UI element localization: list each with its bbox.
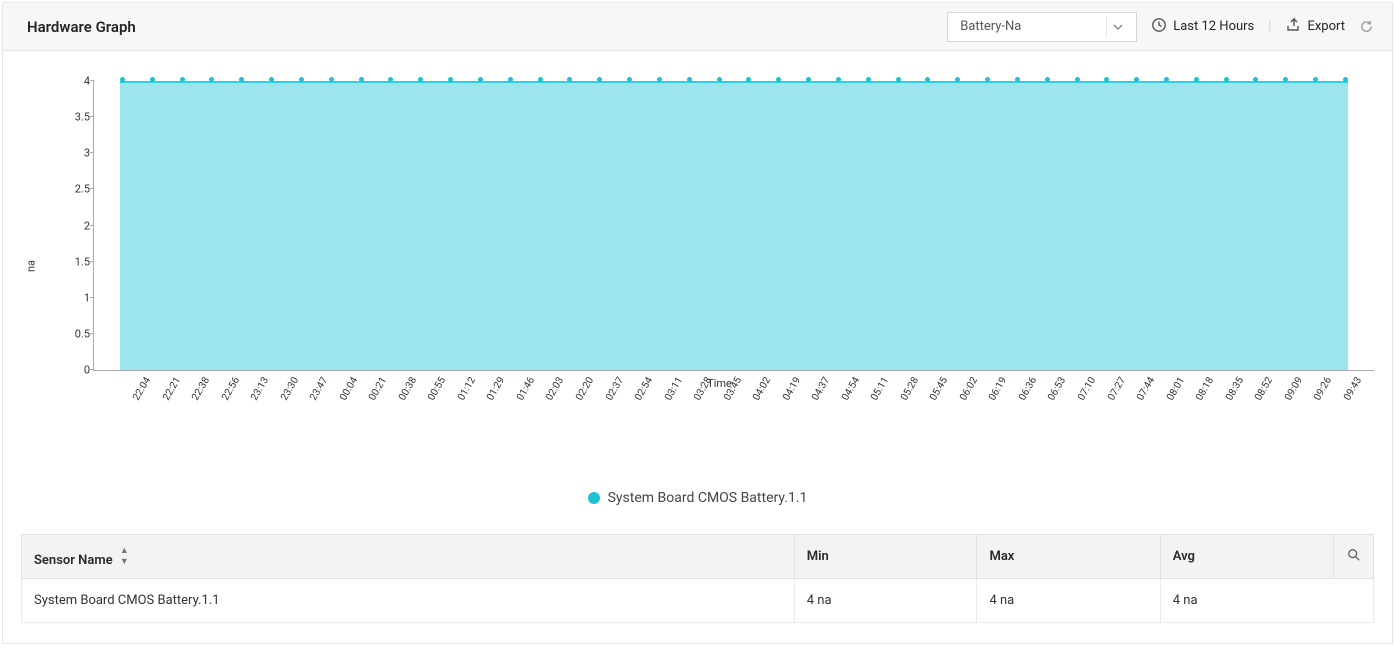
col-max[interactable]: Max bbox=[977, 535, 1160, 579]
x-tick-label: 22:21 bbox=[161, 397, 196, 417]
legend-label: System Board CMOS Battery.1.1 bbox=[608, 490, 808, 506]
y-tick-label: 2 bbox=[60, 219, 90, 232]
x-tick-label: 09:43 bbox=[1342, 397, 1377, 417]
x-tick-label: 02:03 bbox=[545, 397, 580, 417]
export-label: Export bbox=[1307, 19, 1345, 34]
y-tick-label: 4 bbox=[60, 75, 90, 88]
x-tick-label: 05:45 bbox=[928, 397, 963, 417]
separator: | bbox=[1268, 19, 1271, 34]
chevron-down-icon bbox=[1106, 16, 1128, 38]
x-tick-label: 22:38 bbox=[190, 397, 225, 417]
col-sensor-name[interactable]: Sensor Name ▲▼ bbox=[22, 535, 795, 579]
y-tick-label: 0 bbox=[60, 364, 90, 377]
x-tick-label: 04:19 bbox=[781, 397, 816, 417]
x-tick-label: 00:04 bbox=[338, 397, 373, 417]
dropdown-value: Battery-Na bbox=[960, 19, 1021, 34]
metric-dropdown[interactable]: Battery-Na bbox=[947, 12, 1137, 42]
y-tick-label: 0.5 bbox=[60, 327, 90, 340]
x-tick-label: 07:44 bbox=[1135, 397, 1170, 417]
x-tick-label: 02:54 bbox=[633, 397, 668, 417]
x-tick-label: 08:52 bbox=[1253, 397, 1288, 417]
x-tick-label: 09:09 bbox=[1283, 397, 1318, 417]
x-tick-label: 04:37 bbox=[810, 397, 845, 417]
cell-min: 4 na bbox=[794, 579, 977, 623]
x-tick-label: 06:53 bbox=[1047, 397, 1082, 417]
header-actions: Battery-Na Last 12 Hours | Export bbox=[947, 12, 1374, 42]
x-tick-label: 04:02 bbox=[751, 397, 786, 417]
search-icon bbox=[1347, 548, 1361, 562]
export-icon bbox=[1285, 17, 1301, 37]
panel-title: Hardware Graph bbox=[27, 18, 136, 36]
y-tick-label: 3.5 bbox=[60, 111, 90, 124]
plot-area[interactable]: 00.511.522.533.54 bbox=[93, 81, 1374, 371]
x-tick-label: 07:27 bbox=[1106, 397, 1141, 417]
x-tick-label: 04:54 bbox=[840, 397, 875, 417]
x-tick-label: 06:02 bbox=[958, 397, 993, 417]
x-tick-label: 05:28 bbox=[899, 397, 934, 417]
x-tick-label: 08:18 bbox=[1194, 397, 1229, 417]
x-tick-label: 00:21 bbox=[367, 397, 402, 417]
stats-table: Sensor Name ▲▼ Min Max Avg System Board … bbox=[21, 534, 1374, 623]
x-axis-ticks: 22:0422:2122:3822:5623:1323:3023:4700:04… bbox=[93, 390, 1356, 430]
x-tick-label: 05:11 bbox=[869, 397, 904, 417]
x-tick-label: 07:10 bbox=[1076, 397, 1111, 417]
x-tick-label: 08:35 bbox=[1224, 397, 1259, 417]
x-tick-label: 23:47 bbox=[308, 397, 343, 417]
x-tick-label: 03:28 bbox=[692, 397, 727, 417]
x-tick-label: 03:45 bbox=[722, 397, 757, 417]
col-min[interactable]: Min bbox=[794, 535, 977, 579]
clock-icon bbox=[1151, 17, 1167, 37]
refresh-button[interactable] bbox=[1359, 19, 1374, 34]
x-tick-label: 08:01 bbox=[1165, 397, 1200, 417]
x-tick-label: 22:04 bbox=[131, 397, 166, 417]
x-tick-label: 01:12 bbox=[456, 397, 491, 417]
table-search-button[interactable] bbox=[1334, 535, 1374, 579]
time-range-selector[interactable]: Last 12 Hours bbox=[1151, 17, 1254, 37]
x-tick-label: 00:38 bbox=[397, 397, 432, 417]
chart-area: na 00.511.522.533.54 22:0422:2122:3822:5… bbox=[3, 51, 1392, 534]
time-range-label: Last 12 Hours bbox=[1173, 19, 1254, 34]
cell-avg: 4 na bbox=[1160, 579, 1373, 623]
refresh-icon bbox=[1359, 19, 1374, 34]
cell-max: 4 na bbox=[977, 579, 1160, 623]
stats-table-wrap: Sensor Name ▲▼ Min Max Avg System Board … bbox=[3, 534, 1392, 643]
x-tick-label: 01:29 bbox=[485, 397, 520, 417]
y-tick-label: 3 bbox=[60, 147, 90, 160]
panel-header: Hardware Graph Battery-Na Last 12 Hours … bbox=[3, 3, 1392, 51]
x-tick-label: 02:37 bbox=[604, 397, 639, 417]
sort-icon: ▲▼ bbox=[120, 545, 128, 567]
col-avg[interactable]: Avg bbox=[1160, 535, 1333, 579]
y-tick-label: 1.5 bbox=[60, 255, 90, 268]
y-tick-label: 1 bbox=[60, 291, 90, 304]
x-tick-label: 23:30 bbox=[279, 397, 314, 417]
x-tick-label: 03:11 bbox=[663, 397, 698, 417]
export-button[interactable]: Export bbox=[1285, 17, 1345, 37]
legend-swatch bbox=[588, 492, 600, 504]
x-tick-label: 02:20 bbox=[574, 397, 609, 417]
series-area bbox=[120, 81, 1348, 370]
chart-container: na 00.511.522.533.54 22:0422:2122:3822:5… bbox=[21, 81, 1374, 450]
x-tick-label: 01:46 bbox=[515, 397, 550, 417]
y-axis-label: na bbox=[25, 259, 38, 271]
x-tick-label: 09:26 bbox=[1312, 397, 1347, 417]
x-tick-label: 06:19 bbox=[988, 397, 1023, 417]
chart-legend: System Board CMOS Battery.1.1 bbox=[21, 450, 1374, 524]
x-tick-label: 06:36 bbox=[1017, 397, 1052, 417]
cell-name: System Board CMOS Battery.1.1 bbox=[22, 579, 795, 623]
x-tick-label: 22:56 bbox=[220, 397, 255, 417]
x-tick-label: 23:13 bbox=[249, 397, 284, 417]
x-tick-label: 00:55 bbox=[426, 397, 461, 417]
table-row: System Board CMOS Battery.1.14 na4 na4 n… bbox=[22, 579, 1374, 623]
hardware-graph-panel: Hardware Graph Battery-Na Last 12 Hours … bbox=[2, 2, 1393, 644]
y-tick-label: 2.5 bbox=[60, 183, 90, 196]
